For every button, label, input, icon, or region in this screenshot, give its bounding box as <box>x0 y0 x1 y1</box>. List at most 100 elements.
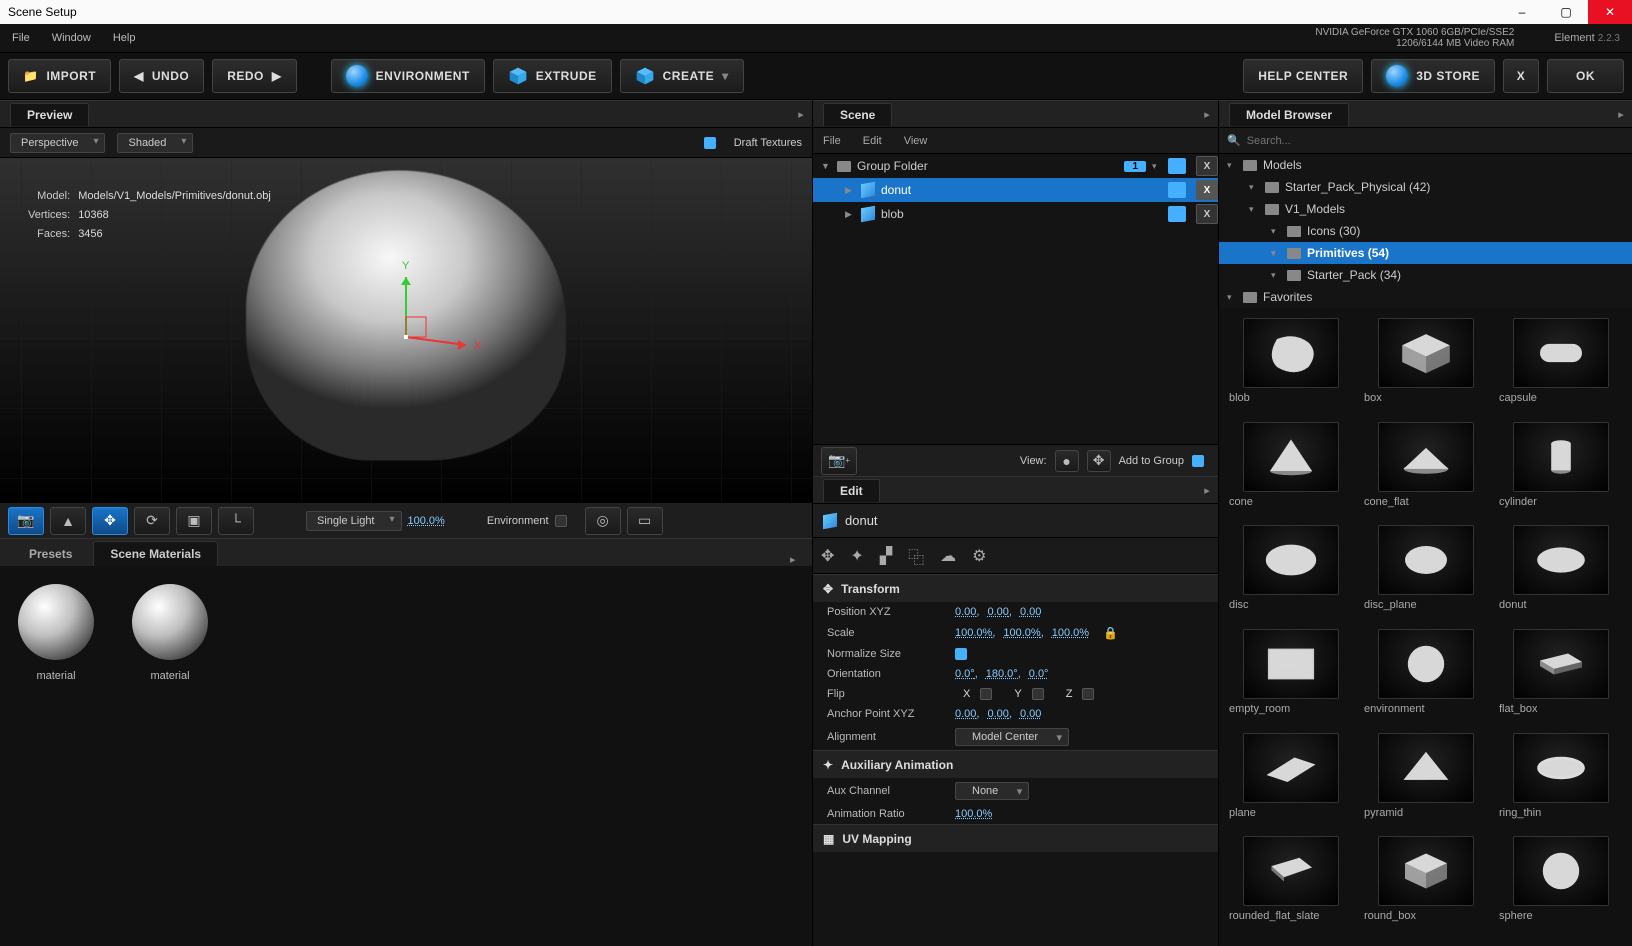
aux-channel-dropdown[interactable]: None <box>955 782 1029 800</box>
anchor-y[interactable]: 0.00 <box>987 708 1011 720</box>
window-maximize[interactable]: ▢ <box>1544 0 1588 24</box>
visibility-toggle[interactable] <box>1168 158 1186 174</box>
alignment-dropdown[interactable]: Model Center <box>955 728 1069 746</box>
flip-x[interactable] <box>980 688 992 700</box>
primitive-thumbnail[interactable]: cone_flat <box>1360 422 1491 522</box>
scene-tree-row[interactable]: ▶blobX <box>813 202 1218 226</box>
new-camera-button[interactable]: 📷+ <box>821 447 857 475</box>
position-y[interactable]: 0.00 <box>987 606 1011 618</box>
browser-tree-row[interactable]: ▾V1_Models <box>1219 198 1632 220</box>
primitive-thumbnail[interactable]: cylinder <box>1495 422 1626 522</box>
move-tool[interactable]: ✥ <box>92 507 128 535</box>
viewport-3d[interactable]: Model:Models/V1_Models/Primitives/donut.… <box>0 158 812 502</box>
primitive-thumbnail[interactable]: capsule <box>1495 318 1626 418</box>
scale-x[interactable]: 100.0% <box>955 627 995 639</box>
view-mode-dropdown[interactable]: Perspective <box>10 133 105 153</box>
lock-icon[interactable]: 🔒 <box>1103 626 1118 640</box>
browser-tree-row[interactable]: ▾Starter_Pack (34) <box>1219 264 1632 286</box>
flip-y[interactable] <box>1032 688 1044 700</box>
lighting-dropdown[interactable]: Single Light <box>306 511 402 531</box>
primitive-thumbnail[interactable]: round_box <box>1360 836 1491 936</box>
deform-icon[interactable]: ☁ <box>940 546 956 566</box>
ok-button[interactable]: OK <box>1547 59 1624 93</box>
presets-tab[interactable]: Presets <box>12 541 89 566</box>
normalize-checkbox[interactable] <box>955 648 967 660</box>
scene-menu-view[interactable]: View <box>904 135 928 147</box>
group-index-badge[interactable]: 1 <box>1124 161 1146 172</box>
move-icon[interactable]: ✥ <box>821 546 834 566</box>
create-button[interactable]: CREATE ▾ <box>620 59 744 93</box>
primitive-thumbnail[interactable]: ring_thin <box>1495 733 1626 833</box>
environment-button[interactable]: ENVIRONMENT <box>331 59 485 93</box>
delete-button[interactable]: X <box>1196 204 1218 224</box>
redo-button[interactable]: REDO ▶ <box>212 59 296 93</box>
primitive-thumbnail[interactable]: environment <box>1360 629 1491 729</box>
browser-tree-row[interactable]: ▾Starter_Pack_Physical (42) <box>1219 176 1632 198</box>
visibility-toggle[interactable] <box>1168 206 1186 222</box>
material-item[interactable]: material <box>132 584 208 928</box>
primitive-thumbnail[interactable]: empty_room <box>1225 629 1356 729</box>
panel-collapse[interactable]: ▸ <box>790 553 812 566</box>
scene-tab[interactable]: Scene <box>823 103 892 126</box>
primitive-thumbnail[interactable]: box <box>1360 318 1491 418</box>
store-button[interactable]: 3D STORE <box>1371 59 1495 93</box>
model-browser-tab[interactable]: Model Browser <box>1229 103 1349 126</box>
scene-tree-row[interactable]: ▶donutX <box>813 178 1218 202</box>
primitive-thumbnail[interactable]: sphere <box>1495 836 1626 936</box>
settings-icon[interactable]: ⚙ <box>972 546 986 566</box>
scene-tree-row[interactable]: ▼Group Folder1▾X <box>813 154 1218 178</box>
chevron-down-icon[interactable]: ▾ <box>1152 161 1162 172</box>
window-minimize[interactable]: – <box>1500 0 1544 24</box>
import-button[interactable]: 📁 IMPORT <box>8 59 111 93</box>
panel-collapse[interactable]: ▸ <box>1610 103 1632 125</box>
panel-collapse[interactable]: ▸ <box>1196 479 1218 501</box>
primitive-thumbnail[interactable]: cone <box>1225 422 1356 522</box>
scale-tool[interactable]: ▣ <box>176 507 212 535</box>
scale-z[interactable]: 100.0% <box>1052 627 1089 639</box>
select-tool[interactable]: ▲ <box>50 507 86 535</box>
view-mode-2[interactable]: ✥ <box>1087 450 1111 472</box>
view-mode-1[interactable]: ● <box>1055 450 1079 472</box>
gear-icon[interactable]: ✦ <box>850 546 863 566</box>
orient-x[interactable]: 0.0° <box>955 668 978 680</box>
window-close[interactable]: ✕ <box>1588 0 1632 24</box>
search-input[interactable] <box>1247 135 1624 147</box>
menu-file[interactable]: File <box>12 32 30 44</box>
menu-window[interactable]: Window <box>52 32 91 44</box>
primitive-thumbnail[interactable]: donut <box>1495 525 1626 625</box>
scene-materials-tab[interactable]: Scene Materials <box>93 541 218 566</box>
browser-tree-row[interactable]: ▾Models <box>1219 154 1632 176</box>
help-center-button[interactable]: HELP CENTER <box>1243 59 1363 93</box>
shading-dropdown[interactable]: Shaded <box>117 133 193 153</box>
menu-help[interactable]: Help <box>113 32 136 44</box>
aux-ratio-value[interactable]: 100.0% <box>955 808 992 820</box>
replicate-icon[interactable]: ⿻ <box>908 544 924 568</box>
focus-button[interactable]: ◎ <box>585 507 621 535</box>
frame-button[interactable]: ▭ <box>627 507 663 535</box>
lighting-value[interactable]: 100.0% <box>408 515 445 527</box>
flip-z[interactable] <box>1082 688 1094 700</box>
extrude-button[interactable]: EXTRUDE <box>493 59 612 93</box>
position-x[interactable]: 0.00 <box>955 606 979 618</box>
scale-y[interactable]: 100.0% <box>1003 627 1043 639</box>
anchor-z[interactable]: 0.00 <box>1020 708 1041 720</box>
primitive-thumbnail[interactable]: pyramid <box>1360 733 1491 833</box>
orient-y[interactable]: 180.0° <box>986 668 1021 680</box>
browser-tree-row[interactable]: ▾Icons (30) <box>1219 220 1632 242</box>
undo-button[interactable]: ◀ UNDO <box>119 59 204 93</box>
env-checkbox[interactable] <box>555 515 567 527</box>
panel-collapse[interactable]: ▸ <box>1196 103 1218 125</box>
panel-collapse[interactable]: ▸ <box>790 103 812 125</box>
close-panel-button[interactable]: X <box>1503 59 1539 93</box>
primitive-thumbnail[interactable]: flat_box <box>1495 629 1626 729</box>
browser-tree-row[interactable]: ▾Favorites <box>1219 286 1632 308</box>
primitive-thumbnail[interactable]: disc_plane <box>1360 525 1491 625</box>
position-z[interactable]: 0.00 <box>1020 606 1041 618</box>
delete-button[interactable]: X <box>1196 156 1218 176</box>
anchor-x[interactable]: 0.00 <box>955 708 979 720</box>
add-to-group-checkbox[interactable] <box>1192 455 1204 467</box>
browser-tree-row[interactable]: ▾Primitives (54) <box>1219 242 1632 264</box>
primitive-thumbnail[interactable]: disc <box>1225 525 1356 625</box>
rotate-tool[interactable]: ⟳ <box>134 507 170 535</box>
scene-menu-edit[interactable]: Edit <box>863 135 882 147</box>
